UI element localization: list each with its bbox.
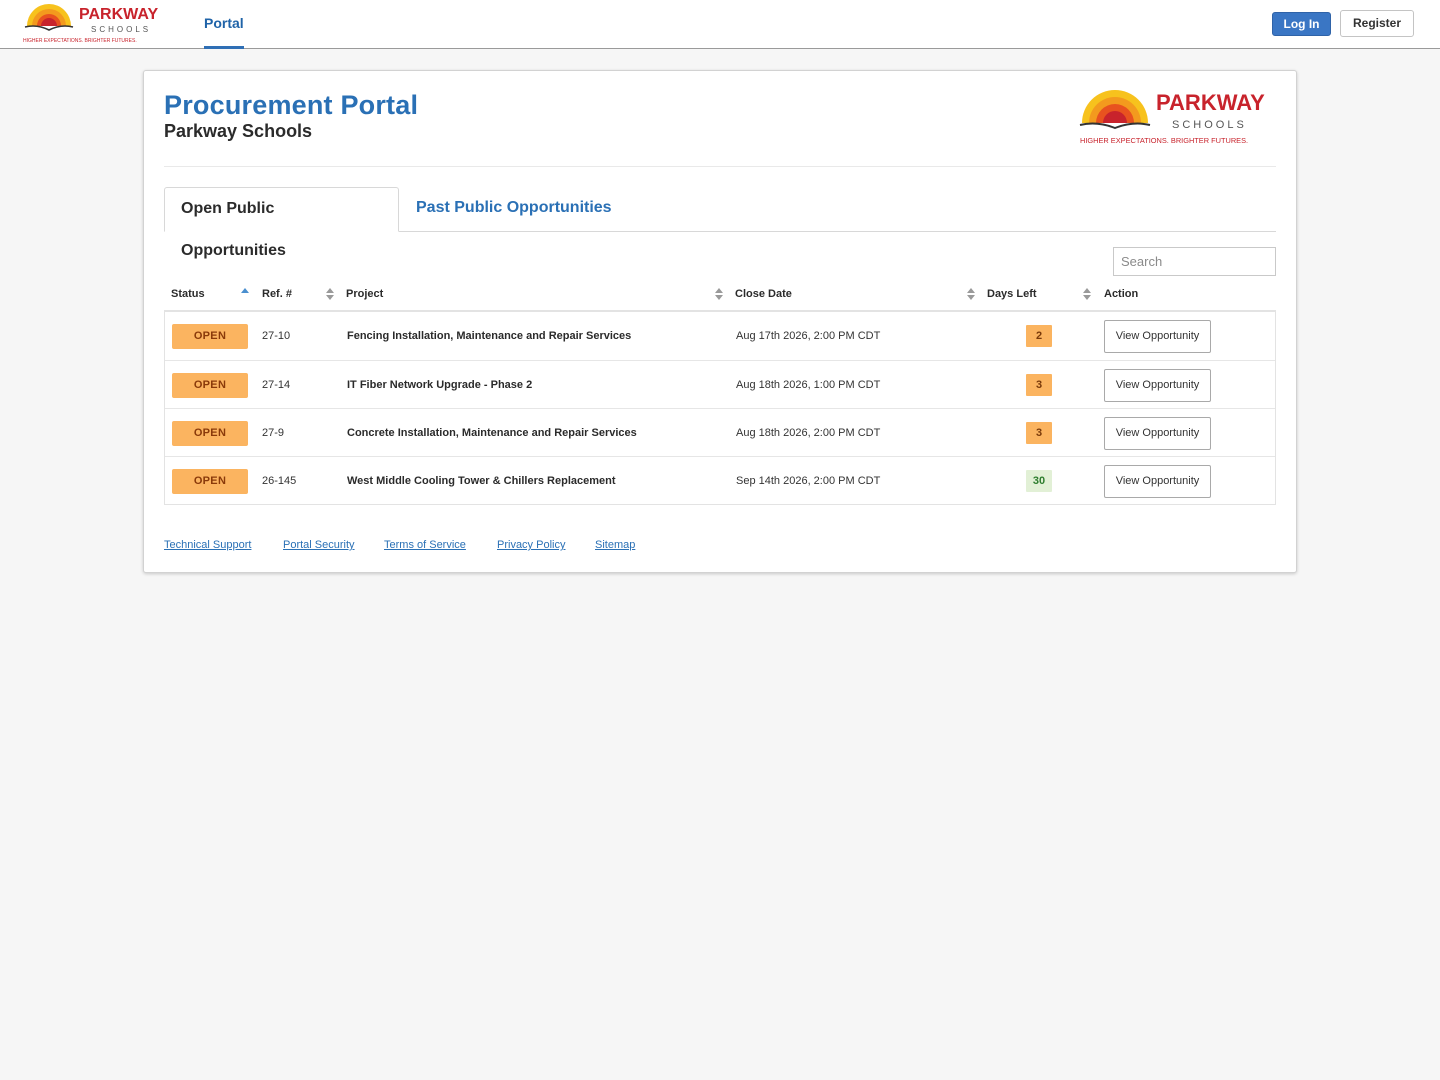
column-header-project[interactable]: Project [346, 288, 383, 300]
close-date: Aug 18th 2026, 2:00 PM CDT [736, 427, 881, 439]
days-left-badge: 2 [1026, 325, 1052, 347]
tab-past-public-opportunities[interactable]: Past Public Opportunities [400, 187, 628, 232]
header-divider [164, 166, 1276, 167]
sunburst-icon [24, 4, 74, 31]
logo-tagline: HIGHER EXPECTATIONS. BRIGHTER FUTURES. [1080, 136, 1248, 145]
status-badge: OPEN [172, 373, 248, 398]
project-name: IT Fiber Network Upgrade - Phase 2 [347, 379, 533, 391]
column-header-status[interactable]: Status [171, 288, 205, 300]
sort-icon[interactable] [966, 286, 976, 302]
close-date: Aug 18th 2026, 1:00 PM CDT [736, 379, 881, 391]
view-opportunity-button[interactable]: View Opportunity [1104, 465, 1211, 498]
login-button[interactable]: Log In [1272, 12, 1331, 36]
ref-number: 26-145 [262, 475, 297, 487]
page-title: Procurement Portal [164, 90, 419, 120]
logo-subtitle: SCHOOLS [91, 25, 151, 34]
sort-icon[interactable] [1082, 286, 1092, 302]
logo-wordmark: PARKWAY [79, 6, 158, 23]
ref-number: 27-10 [262, 330, 291, 342]
logo-wordmark: PARKWAY [1156, 90, 1265, 115]
project-name: West Middle Cooling Tower & Chillers Rep… [347, 475, 616, 487]
status-badge: OPEN [172, 421, 248, 446]
column-header-ref[interactable]: Ref. # [262, 288, 292, 300]
logo-subtitle: SCHOOLS [1172, 119, 1247, 131]
search-input[interactable] [1113, 247, 1276, 276]
days-left-badge: 3 [1026, 374, 1052, 396]
parkway-schools-logo-large: PARKWAY SCHOOLS HIGHER EXPECTATIONS. BRI… [1079, 90, 1265, 145]
ref-number: 27-14 [262, 379, 291, 391]
table-row: OPEN 27-14 IT Fiber Network Upgrade - Ph… [165, 360, 1275, 408]
page-subtitle: Parkway Schools [164, 121, 313, 141]
top-navigation-bar: PARKWAY SCHOOLS HIGHER EXPECTATIONS. BRI… [0, 0, 1440, 49]
view-opportunity-button[interactable]: View Opportunity [1104, 320, 1211, 353]
status-badge: OPEN [172, 324, 248, 349]
register-button[interactable]: Register [1340, 10, 1414, 37]
days-left-badge: 30 [1026, 470, 1052, 492]
close-date: Sep 14th 2026, 2:00 PM CDT [736, 475, 881, 487]
table-row: OPEN 27-9 Concrete Installation, Mainten… [165, 408, 1275, 456]
project-name: Fencing Installation, Maintenance and Re… [347, 330, 632, 342]
sunburst-icon [1079, 90, 1151, 130]
logo-tagline: HIGHER EXPECTATIONS. BRIGHTER FUTURES. [23, 38, 137, 44]
column-header-close-date[interactable]: Close Date [735, 288, 792, 300]
opportunities-table: OPEN 27-10 Fencing Installation, Mainten… [164, 312, 1276, 505]
column-header-days-left[interactable]: Days Left [987, 288, 1037, 300]
sort-icon[interactable] [714, 286, 724, 302]
sort-ascending-icon[interactable] [240, 286, 250, 302]
footer-link-technical-support[interactable]: Technical Support [164, 539, 251, 551]
tab-open-public-opportunities[interactable]: Open Public Opportunities [164, 187, 399, 259]
parkway-schools-logo[interactable]: PARKWAY SCHOOLS HIGHER EXPECTATIONS. BRI… [23, 4, 169, 44]
view-opportunity-button[interactable]: View Opportunity [1104, 417, 1211, 450]
status-badge: OPEN [172, 469, 248, 494]
days-left-badge: 3 [1026, 422, 1052, 444]
footer-link-privacy-policy[interactable]: Privacy Policy [497, 539, 565, 551]
sort-icon[interactable] [325, 286, 335, 302]
nav-tab-portal[interactable]: Portal [204, 0, 244, 49]
view-opportunity-button[interactable]: View Opportunity [1104, 369, 1211, 402]
ref-number: 27-9 [262, 427, 285, 439]
footer-link-portal-security[interactable]: Portal Security [283, 539, 355, 551]
table-row: OPEN 27-10 Fencing Installation, Mainten… [165, 312, 1275, 360]
table-row: OPEN 26-145 West Middle Cooling Tower & … [165, 456, 1275, 504]
close-date: Aug 17th 2026, 2:00 PM CDT [736, 330, 881, 342]
project-name: Concrete Installation, Maintenance and R… [347, 427, 637, 439]
column-header-action: Action [1104, 288, 1139, 300]
footer-link-sitemap[interactable]: Sitemap [595, 539, 635, 551]
footer-link-terms-of-service[interactable]: Terms of Service [384, 539, 466, 551]
